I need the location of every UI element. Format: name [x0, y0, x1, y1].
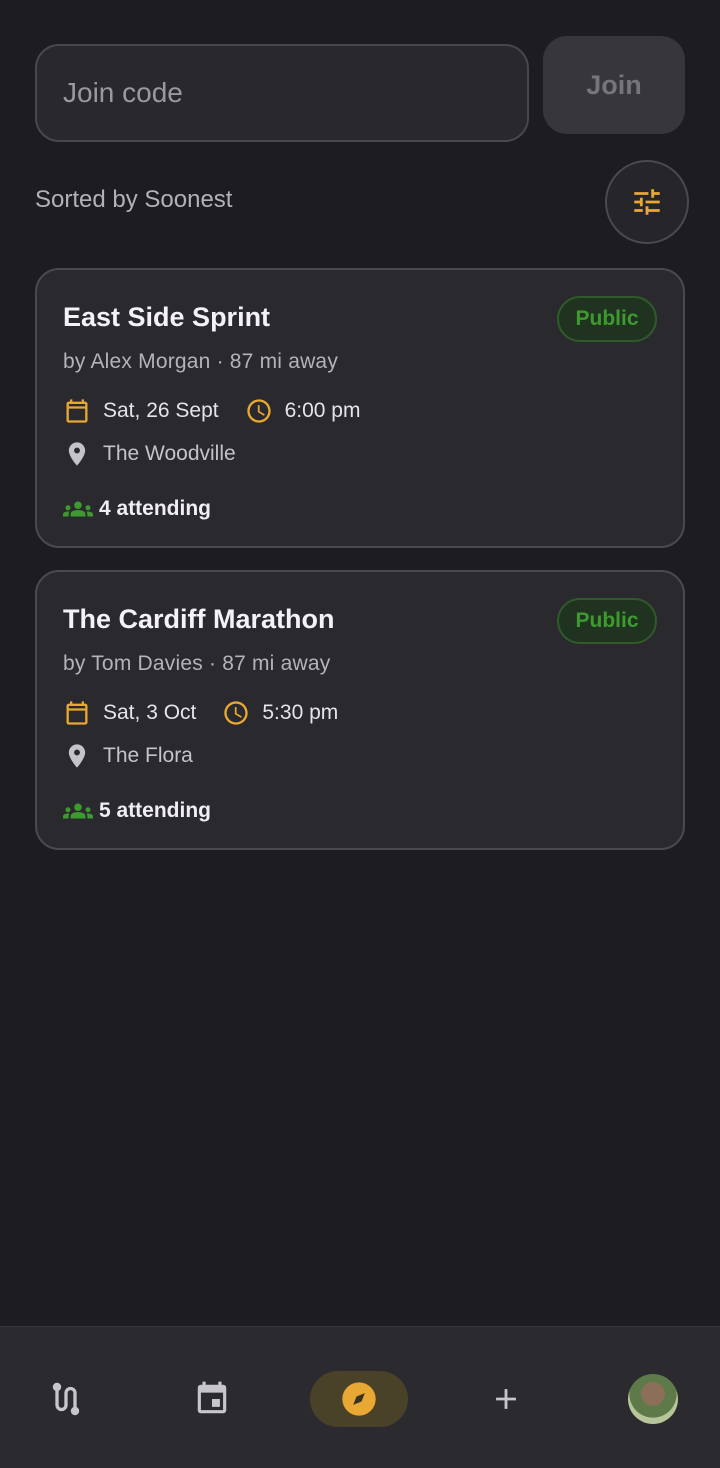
visibility-badge: Public [557, 598, 657, 644]
event-title: East Side Sprint [63, 302, 271, 332]
event-location-label: The Flora [103, 744, 193, 767]
join-button[interactable]: Join [543, 36, 685, 134]
calendar-icon [66, 701, 88, 725]
attending-count: 5 attending [99, 799, 212, 822]
nav-explore[interactable] [310, 1371, 408, 1427]
event-location: The Flora [63, 742, 193, 770]
bottom-nav [0, 1326, 720, 1468]
event-time: 6:00 pm [284, 399, 361, 422]
event-location-label: The Woodville [103, 442, 236, 465]
calendar-icon [197, 1381, 227, 1414]
sort-label: Sorted by Soonest [35, 186, 233, 213]
nav-create[interactable] [457, 1371, 555, 1427]
location-pin-icon [68, 442, 86, 466]
event-title: The Cardiff Marathon [63, 604, 335, 634]
event-date: Sat, 3 Oct [103, 701, 197, 724]
event-attendance: 4 attending [63, 494, 211, 524]
visibility-badge: Public [557, 296, 657, 342]
join-code-input[interactable] [35, 44, 529, 142]
event-card[interactable]: East Side Sprint Public by Alex Morgan ·… [35, 268, 685, 548]
route-icon [52, 1382, 80, 1416]
clock-icon [246, 399, 271, 423]
event-date: Sat, 26 Sept [103, 399, 219, 422]
plus-icon [496, 1389, 516, 1409]
event-attendance: 5 attending [63, 796, 211, 826]
event-datetime: Sat, 3 Oct 5:30 pm [63, 699, 338, 727]
nav-profile[interactable] [604, 1371, 702, 1427]
event-card[interactable]: The Cardiff Marathon Public by Tom Davie… [35, 570, 685, 850]
event-datetime: Sat, 26 Sept 6:00 pm [63, 397, 360, 425]
group-icon [63, 803, 93, 819]
nav-calendar[interactable] [163, 1371, 261, 1427]
event-location: The Woodville [63, 440, 236, 468]
filter-button[interactable] [605, 160, 689, 244]
avatar [628, 1374, 678, 1424]
attending-count: 4 attending [99, 497, 212, 520]
join-row: Join [35, 36, 685, 142]
group-icon [63, 501, 93, 517]
calendar-icon [66, 399, 88, 423]
nav-routes[interactable] [17, 1371, 115, 1427]
tune-icon [634, 189, 660, 215]
location-pin-icon [68, 744, 86, 768]
event-time: 5:30 pm [262, 701, 339, 724]
event-byline: by Alex Morgan · 87 mi away [63, 350, 339, 373]
clock-icon [224, 701, 249, 725]
event-byline: by Tom Davies · 87 mi away [63, 652, 331, 675]
compass-icon [342, 1382, 376, 1416]
